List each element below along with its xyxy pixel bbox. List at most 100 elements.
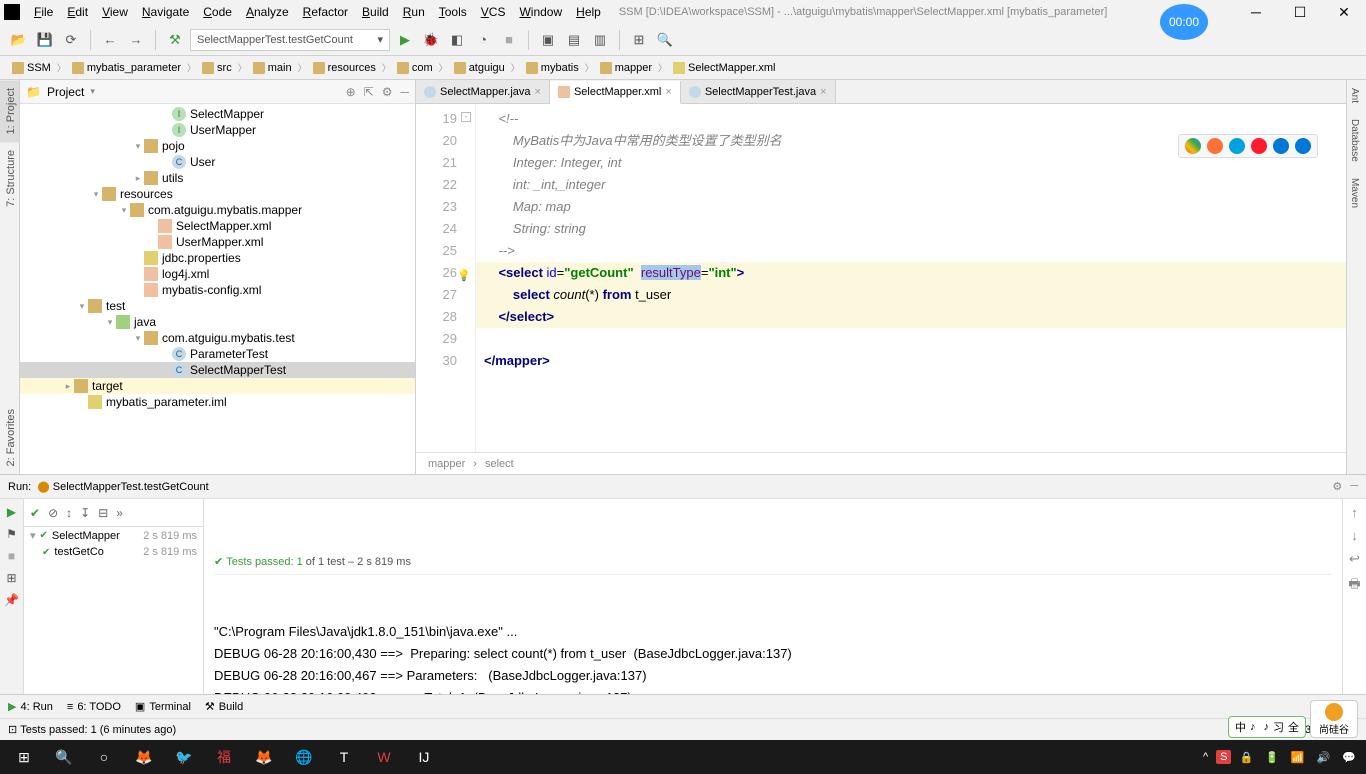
crumb-resources[interactable]: resources	[309, 61, 380, 75]
project-title[interactable]: Project	[47, 85, 84, 99]
tab-selectmapper-xml[interactable]: SelectMapper.xml×	[550, 81, 681, 104]
crumb-atguigu[interactable]: atguigu	[450, 61, 509, 75]
tree-target[interactable]: ▸target	[20, 378, 415, 394]
up-icon[interactable]: ↑	[1351, 505, 1358, 520]
profile-icon[interactable]: ◔	[472, 29, 494, 51]
favorites-tool-tab[interactable]: 2: Favorites	[0, 401, 19, 474]
menu-run[interactable]: Run	[397, 3, 431, 21]
tree-user[interactable]: CUser	[20, 154, 415, 170]
todo-tool-button[interactable]: ≡6: TODO	[67, 701, 121, 713]
app1-icon[interactable]: 🦊	[126, 743, 162, 771]
tree-java[interactable]: ▾java	[20, 314, 415, 330]
structure-tool-tab[interactable]: 7: Structure	[0, 142, 19, 215]
more-icon[interactable]: »	[114, 504, 125, 522]
chevron-down-icon[interactable]: ▾	[90, 86, 95, 97]
sogou-icon[interactable]: S	[1216, 750, 1231, 764]
build-tool-button[interactable]: ⚒Build	[205, 700, 243, 713]
wrap-icon[interactable]: ↩	[1349, 551, 1360, 567]
menu-build[interactable]: Build	[356, 3, 395, 21]
menu-view[interactable]: View	[96, 3, 134, 21]
crumb-com[interactable]: com	[393, 61, 437, 75]
opera-icon[interactable]	[1251, 138, 1267, 154]
build-icon[interactable]: ⚒	[164, 29, 186, 51]
crumb-selectmapper-xml[interactable]: SelectMapper.xml	[669, 61, 779, 75]
collapse-icon[interactable]: ⇱	[364, 85, 374, 99]
tree-usermapper-xml[interactable]: UserMapper.xml	[20, 234, 415, 250]
crumb-mapper[interactable]: mapper	[428, 458, 465, 470]
firefox-icon[interactable]	[1207, 138, 1223, 154]
run-config-combo[interactable]: SelectMapperTest.testGetCount ▾	[190, 29, 390, 51]
test-selectmapper[interactable]: ▾✔SelectMapper2 s 819 ms	[24, 527, 203, 544]
close-tab-icon[interactable]: ×	[535, 86, 541, 98]
search-icon[interactable]: 🔍	[46, 743, 82, 771]
code-breadcrumb[interactable]: mapper › select	[416, 452, 1346, 474]
menu-code[interactable]: Code	[197, 3, 238, 21]
chrome-icon[interactable]	[1185, 138, 1201, 154]
check-icon[interactable]: ✔	[28, 504, 42, 522]
wps-icon[interactable]: W	[366, 743, 402, 771]
volume-icon[interactable]: 🔊	[1313, 747, 1335, 768]
ime-indicator[interactable]: 中♪ ♪习全	[1228, 716, 1306, 738]
tree-mybatis-parameter-iml[interactable]: mybatis_parameter.iml	[20, 394, 415, 410]
database-tab[interactable]: Database	[1347, 111, 1362, 170]
run-tool-button[interactable]: ▶4: Run	[8, 700, 53, 713]
forward-icon[interactable]: →	[125, 29, 147, 51]
cross-icon[interactable]: ⊘	[46, 504, 60, 522]
tab-selectmappertest-java[interactable]: SelectMapperTest.java×	[681, 80, 836, 103]
gear-icon[interactable]: ⚙	[382, 85, 393, 99]
terminal-tool-button[interactable]: ▣Terminal	[135, 700, 191, 713]
save-icon[interactable]: 💾	[34, 29, 56, 51]
crumb-main[interactable]: main	[249, 61, 296, 75]
menu-edit[interactable]: Edit	[61, 3, 94, 21]
tool1-icon[interactable]: ▣	[537, 29, 559, 51]
menu-file[interactable]: File	[28, 3, 59, 21]
console-output[interactable]: ✔ Tests passed: 1 of 1 test – 2 s 819 ms…	[204, 499, 1342, 694]
minimize-button[interactable]: ─	[1234, 0, 1278, 24]
maximize-button[interactable]: ☐	[1278, 0, 1322, 24]
browser-preview-icons[interactable]	[1178, 134, 1318, 158]
cortana-icon[interactable]: ○	[86, 743, 122, 771]
tree-utils[interactable]: ▸utils	[20, 170, 415, 186]
run-icon[interactable]: ▶	[394, 29, 416, 51]
app3-icon[interactable]: 福	[206, 743, 242, 771]
chrome-icon[interactable]: 🌐	[286, 743, 322, 771]
tree-selectmappertest[interactable]: CSelectMapperTest	[20, 362, 415, 378]
tree-parametertest[interactable]: CParameterTest	[20, 346, 415, 362]
tree-mybatis-config-xml[interactable]: mybatis-config.xml	[20, 282, 415, 298]
maven-tab[interactable]: Maven	[1347, 170, 1362, 216]
tree-selectmapper[interactable]: ISelectMapper	[20, 106, 415, 122]
tree-test[interactable]: ▾test	[20, 298, 415, 314]
tray-up-icon[interactable]: ^	[1199, 747, 1212, 767]
expand-icon[interactable]: ⊟	[96, 504, 110, 522]
safari-icon[interactable]	[1229, 138, 1245, 154]
tree-jdbc-properties[interactable]: jdbc.properties	[20, 250, 415, 266]
toggle-icon[interactable]: ⚑	[3, 525, 21, 543]
menu-refactor[interactable]: Refactor	[297, 3, 354, 21]
search-icon[interactable]: 🔍	[654, 29, 676, 51]
wifi-icon[interactable]: 📶	[1287, 747, 1309, 768]
lock-icon[interactable]: 🔒	[1235, 747, 1257, 768]
tree-com-atguigu-mybatis-mapper[interactable]: ▾com.atguigu.mybatis.mapper	[20, 202, 415, 218]
layout-icon[interactable]: ⊞	[3, 569, 21, 587]
tree-usermapper[interactable]: IUserMapper	[20, 122, 415, 138]
down-icon[interactable]: ↓	[1351, 528, 1358, 543]
crumb-mybatis-parameter[interactable]: mybatis_parameter	[68, 61, 185, 75]
crumb-src[interactable]: src	[198, 61, 236, 75]
tab-selectmapper-java[interactable]: SelectMapper.java×	[416, 80, 550, 103]
project-tool-tab[interactable]: 1: Project	[0, 80, 19, 142]
crumb-select[interactable]: select	[485, 458, 514, 470]
open-icon[interactable]: 📂	[8, 29, 30, 51]
menu-analyze[interactable]: Analyze	[240, 3, 295, 21]
tree-pojo[interactable]: ▾pojo	[20, 138, 415, 154]
test-testgetco[interactable]: ✔testGetCo2 s 819 ms	[24, 544, 203, 560]
tool3-icon[interactable]: ▥	[589, 29, 611, 51]
target-icon[interactable]: ⊕	[346, 85, 356, 99]
debug-icon[interactable]: 🐞	[420, 29, 442, 51]
back-icon[interactable]: ←	[99, 29, 121, 51]
print-icon[interactable]: 🖶	[1348, 575, 1360, 597]
ie-icon[interactable]	[1273, 138, 1289, 154]
structure-icon[interactable]: ⊞	[628, 29, 650, 51]
close-button[interactable]: ✕	[1322, 0, 1366, 24]
sync-icon[interactable]: ⟳	[60, 29, 82, 51]
stop-icon[interactable]: ■	[498, 29, 520, 51]
